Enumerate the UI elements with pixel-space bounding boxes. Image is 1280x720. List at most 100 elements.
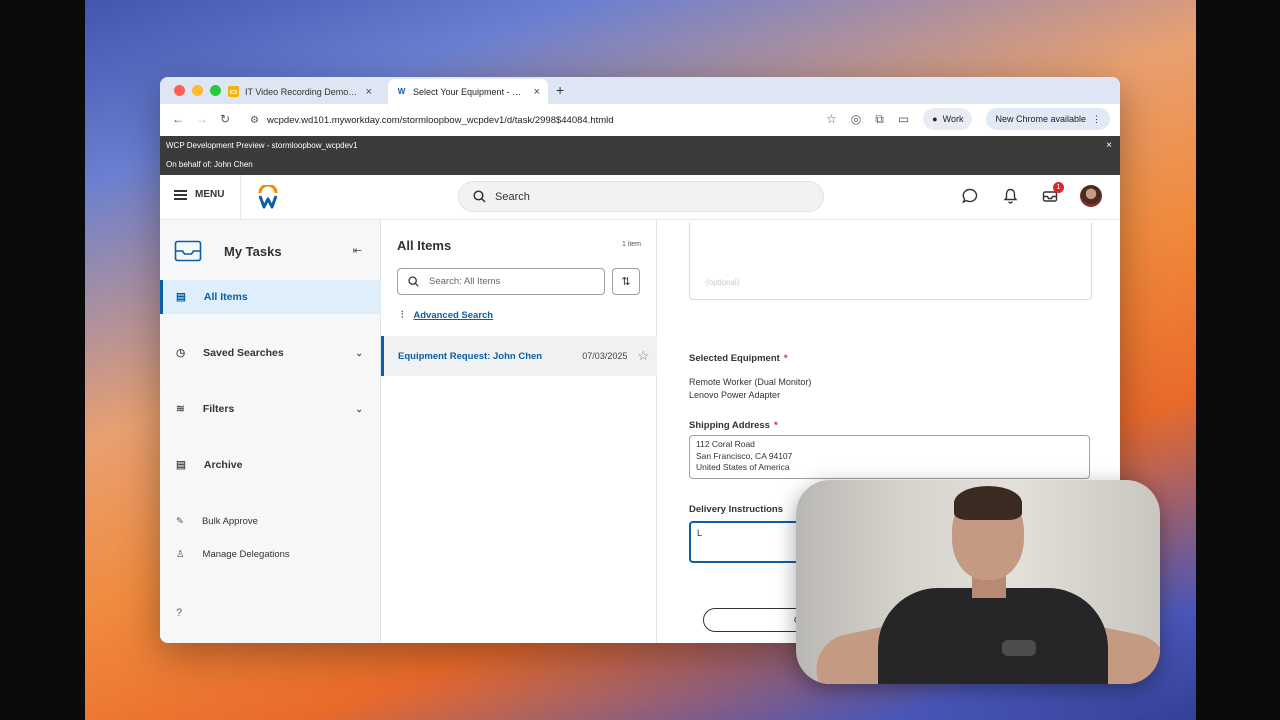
user-avatar[interactable] [1080, 185, 1102, 207]
sidebar-item-label: Manage Delegations [202, 548, 290, 560]
collapse-sidebar-icon[interactable]: ⇤ [353, 244, 362, 257]
sidebar-item-label: Saved Searches [203, 347, 284, 359]
inbox-icon[interactable]: 1 [1040, 182, 1064, 206]
shirt-logo [1002, 640, 1036, 656]
tasks-tray-icon [174, 240, 202, 262]
header-divider [240, 175, 241, 220]
edit-list-icon: ✎ [176, 515, 184, 527]
required-asterisk: * [783, 353, 788, 364]
update-label: New Chrome available [995, 114, 1086, 124]
menu-button[interactable]: MENU [174, 189, 224, 200]
reload-icon[interactable]: ↻ [220, 112, 230, 126]
sidebar-item-label: Bulk Approve [201, 515, 258, 527]
delivery-instructions-value: L [697, 528, 703, 538]
browser-tab-recording[interactable]: ▭ IT Video Recording Demo - G × [220, 79, 380, 104]
shipping-address-label: Shipping Address * [689, 420, 778, 431]
docs-icon: ▭ [228, 86, 239, 97]
delivery-instructions-label-text: Delivery Instructions [689, 504, 783, 515]
tasks-sidebar: My Tasks ⇤ ▤ All Items ◷ Saved Searches … [160, 220, 381, 643]
chevron-down-icon: ⌄ [355, 403, 363, 414]
minimize-window-button[interactable] [192, 85, 203, 96]
required-asterisk: * [773, 420, 778, 431]
browser-toolbar: ← → ↻ ⚙ wcpdev.wd101.myworkday.com/storm… [160, 104, 1120, 136]
global-search-input[interactable]: Search [458, 181, 824, 212]
forward-icon[interactable]: → [196, 112, 208, 126]
help-icon[interactable]: ? [176, 607, 182, 619]
item-count: 1 item [621, 241, 641, 248]
address-line: 112 Coral Road [696, 439, 755, 449]
hamburger-icon [174, 189, 187, 200]
list-search-input[interactable]: Search: All Items [397, 268, 605, 295]
history-icon: ◷ [176, 347, 186, 359]
workday-logo-icon[interactable] [258, 185, 278, 209]
sidebar-item-all-items[interactable]: ▤ All Items [160, 280, 381, 314]
equipment-line: Remote Worker (Dual Monitor) [689, 377, 812, 387]
delivery-instructions-field[interactable]: L [689, 521, 799, 563]
person-icon: ♙ [176, 548, 185, 560]
webcam-hair [954, 486, 1022, 520]
star-icon[interactable]: ☆ [637, 348, 649, 364]
back-icon[interactable]: ← [172, 112, 184, 126]
chat-icon[interactable] [960, 186, 980, 206]
sidebar-item-label: All Items [203, 291, 248, 303]
browser-tab-equipment[interactable]: W Select Your Equipment - Wor × [388, 79, 548, 104]
close-tab-icon[interactable]: × [366, 86, 372, 98]
item-date: 07/03/2025 [582, 351, 628, 361]
search-icon [408, 276, 419, 287]
extensions-icon[interactable]: ⧉ [875, 112, 884, 127]
profile-button[interactable]: ● Work [923, 108, 973, 130]
comment-textarea[interactable]: (optional) [689, 222, 1092, 300]
site-info-icon[interactable]: ⚙ [250, 115, 259, 126]
close-tab-icon[interactable]: × [534, 86, 540, 98]
close-window-button[interactable] [174, 85, 185, 96]
profile-label: Work [942, 114, 964, 124]
selected-equipment-label-text: Selected Equipment [689, 353, 780, 364]
url-text: wcpdev.wd101.myworkday.com/stormloopbow_… [266, 114, 614, 126]
cast-icon[interactable]: ▭ [898, 112, 909, 126]
optional-placeholder: (optional) [706, 278, 740, 287]
notifications-bell-icon[interactable] [1000, 186, 1020, 206]
sidebar-item-manage-delegations[interactable]: ♙ Manage Delegations [160, 537, 381, 571]
advanced-search-link[interactable]: ⫶ Advanced Search [401, 310, 493, 321]
banner-on-behalf: On behalf of: John Chen [166, 160, 253, 169]
items-list-panel: All Items 1 item Search: All Items ⇅ ⫶ A… [381, 220, 657, 643]
new-tab-icon[interactable]: + [556, 82, 564, 98]
sidebar-item-bulk-approve[interactable]: ✎ Bulk Approve [160, 504, 381, 538]
shipping-address-label-text: Shipping Address [689, 420, 770, 431]
bookmark-star-icon[interactable]: ☆ [826, 112, 837, 126]
sidebar-title-text: My Tasks [224, 243, 282, 259]
address-line: San Francisco, CA 94107 [696, 450, 793, 461]
workday-header: MENU Search 1 [160, 175, 1120, 220]
address-line: United States of America [696, 462, 790, 472]
sidebar-item-archive[interactable]: ▤ Archive [160, 448, 381, 482]
password-manager-icon[interactable]: ◎ [851, 112, 861, 126]
preview-banner: WCP Development Preview - stormloopbow_w… [160, 136, 1120, 175]
sidebar-item-saved-searches[interactable]: ◷ Saved Searches ⌄ [160, 336, 381, 370]
sort-icon: ⇅ [621, 276, 631, 288]
window-controls [174, 85, 221, 96]
sidebar-item-filters[interactable]: ≋ Filters ⌄ [160, 392, 381, 426]
chevron-down-icon: ⌄ [355, 347, 363, 358]
search-icon [473, 190, 486, 203]
webcam-shirt [878, 588, 1108, 684]
banner-environment: WCP Development Preview - stormloopbow_w… [166, 141, 358, 150]
clipboard-icon: ▤ [176, 291, 186, 303]
sort-button[interactable]: ⇅ [612, 268, 640, 295]
sidebar-item-label: Archive [203, 459, 243, 471]
chrome-update-button[interactable]: New Chrome available ⋮ [986, 108, 1110, 130]
sidebar-item-label: Filters [202, 403, 235, 415]
selected-equipment-value: Remote Worker (Dual Monitor) Lenovo Powe… [689, 376, 811, 401]
sidebar-title: My Tasks [174, 240, 282, 262]
webcam-overlay [796, 480, 1160, 684]
shipping-address-field[interactable]: 112 Coral Road San Francisco, CA 94107 U… [689, 435, 1090, 479]
profile-avatar-icon: ● [932, 114, 938, 124]
list-item[interactable]: Equipment Request: John Chen 07/03/2025 … [381, 336, 657, 376]
close-banner-icon[interactable]: × [1106, 140, 1112, 151]
list-title: All Items [397, 238, 452, 253]
tab-strip: ▭ IT Video Recording Demo - G × W Select… [160, 77, 1120, 104]
delivery-instructions-label: Delivery Instructions [689, 504, 783, 515]
address-bar[interactable]: ⚙ wcpdev.wd101.myworkday.com/stormloopbo… [248, 109, 828, 131]
selected-equipment-label: Selected Equipment * [689, 353, 788, 364]
screen-border-left [0, 0, 85, 720]
tab-title: IT Video Recording Demo - G [245, 86, 360, 97]
